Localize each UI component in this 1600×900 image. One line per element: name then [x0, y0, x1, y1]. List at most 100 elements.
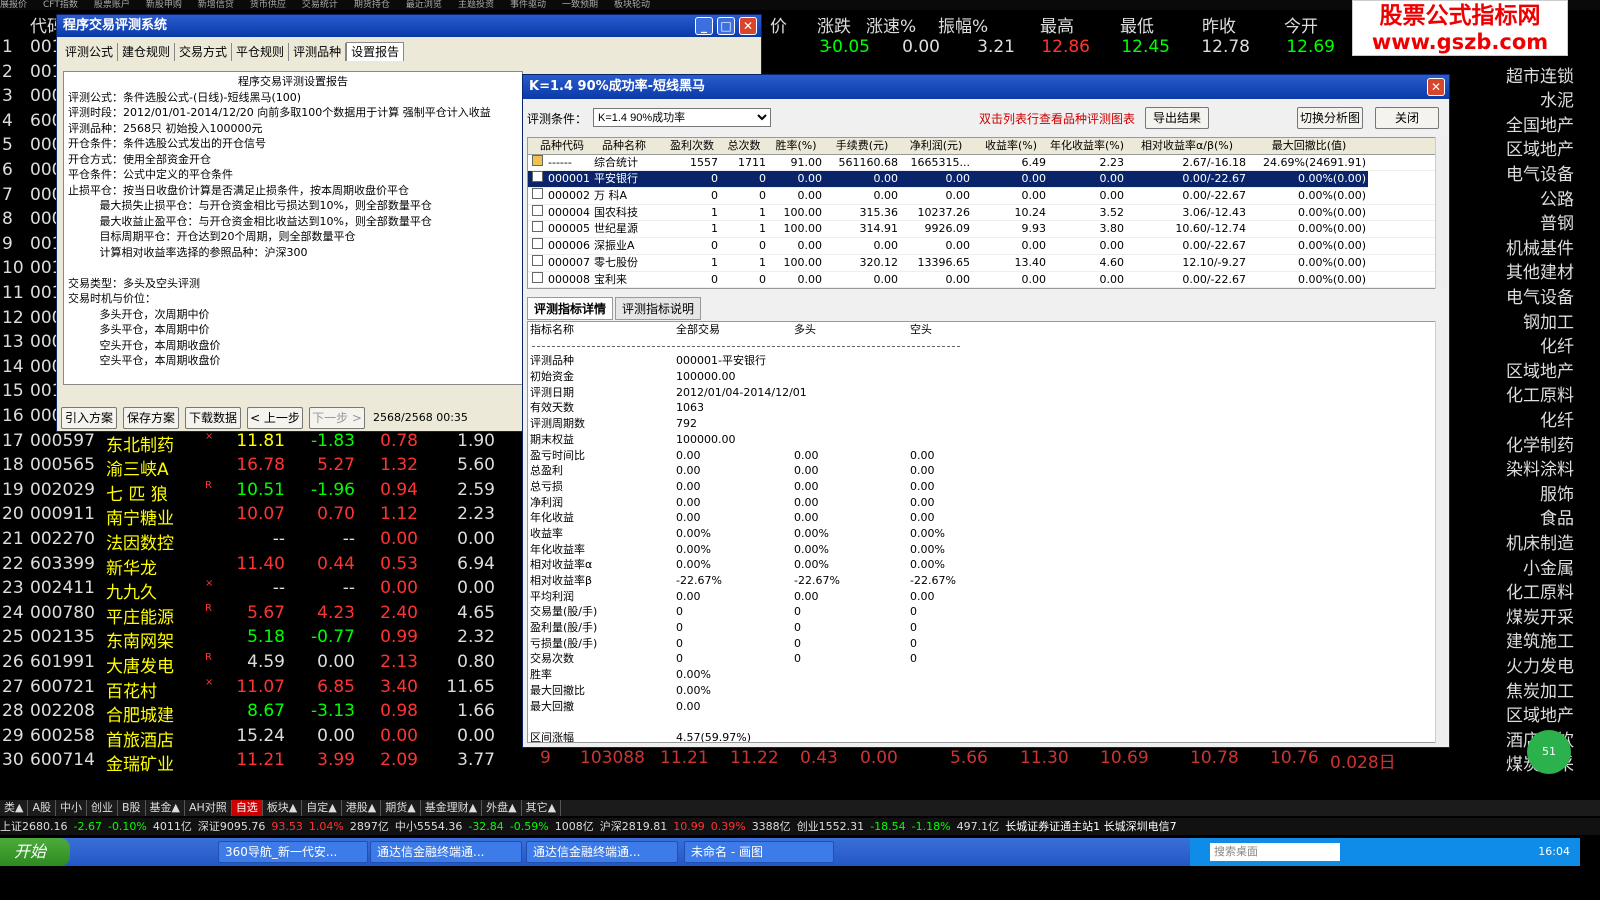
- switch-chart-button[interactable]: 切换分析图: [1297, 107, 1363, 129]
- result-title-bar[interactable]: K=1.4 90%成功率-短线黑马 ✕: [523, 75, 1449, 99]
- grid-col-header[interactable]: 净利润(元): [902, 138, 970, 154]
- top-menu-item[interactable]: 期货持仓: [354, 0, 390, 10]
- status-item: -18.54: [870, 820, 906, 833]
- market-tab[interactable]: B股: [118, 800, 146, 816]
- col-low[interactable]: 最低: [1120, 12, 1154, 37]
- grid-col-header[interactable]: 手续费(元): [826, 138, 898, 154]
- col-speed[interactable]: 涨速%: [866, 12, 916, 37]
- detail-cell: 0.00: [676, 699, 701, 713]
- floating-badge[interactable]: 51: [1527, 730, 1571, 774]
- market-tab[interactable]: 中小: [56, 800, 87, 816]
- stock-amplitude: 4.65: [457, 602, 495, 623]
- tab-2[interactable]: 建仓规则: [118, 43, 176, 61]
- grid-col-header[interactable]: 品种代码: [532, 138, 592, 154]
- import-scheme-button[interactable]: 引入方案: [61, 407, 117, 429]
- market-tab[interactable]: 基金▲: [146, 800, 186, 816]
- close-icon[interactable]: ✕: [739, 17, 757, 35]
- market-tab[interactable]: 外盘▲: [482, 800, 522, 816]
- condition-select[interactable]: K=1.4 90%成功率: [593, 108, 771, 127]
- market-tab[interactable]: 自选: [231, 800, 263, 816]
- detail-row: 年化收益 0.00 0.00 0.00: [528, 510, 1436, 526]
- top-menu-item[interactable]: 事件驱动: [510, 0, 546, 10]
- tab-4[interactable]: 平仓规则: [232, 43, 290, 61]
- grid-row[interactable]: 000002 万 科A 0 0 0.00 0.00 0.00 0.00 0.00 0.00/-22…: [528, 188, 1436, 205]
- save-scheme-button[interactable]: 保存方案: [123, 407, 179, 429]
- grid-row[interactable]: ------ 综合统计 1557 1711 91.00 561160.68 1665315.…: [528, 154, 1436, 172]
- ghost-cell: 10.69: [1100, 748, 1149, 768]
- grid-row[interactable]: 000001 平安银行 0 0 0.00 0.00 0.00 0.00 0.00 0.00/-22…: [528, 171, 1368, 189]
- grid-row[interactable]: 000005 世纪星源 1 1 100.00 314.91 9926.09 9.93 3.80 1…: [528, 221, 1436, 239]
- close-icon[interactable]: ✕: [1427, 78, 1445, 96]
- grid-col-header[interactable]: 总次数: [722, 138, 766, 154]
- market-tab[interactable]: 基金理财▲: [421, 800, 483, 816]
- top-menu-item[interactable]: 一致预期: [562, 0, 598, 10]
- grid-row[interactable]: 000007 零七股份 1 1 100.00 320.12 13396.65 13.40 4.6…: [528, 254, 1436, 272]
- detail-scrollbar[interactable]: [1435, 321, 1447, 743]
- detail-cell: 0.00%: [910, 558, 945, 572]
- top-menu-item[interactable]: 板块轮动: [614, 0, 650, 10]
- download-data-button[interactable]: 下载数据: [185, 407, 241, 429]
- top-menu-item[interactable]: CFT指数: [43, 0, 78, 10]
- detail-cell: 评测周期数: [530, 417, 585, 431]
- maximize-icon[interactable]: □: [717, 17, 735, 35]
- market-tab[interactable]: 板块▲: [263, 800, 303, 816]
- grid-col-header[interactable]: 年化收益率(%): [1050, 138, 1124, 154]
- row-icon: [532, 221, 543, 233]
- market-tab[interactable]: AH对照: [185, 800, 232, 816]
- grid-col-header[interactable]: 胜率(%): [770, 138, 822, 154]
- top-menu-item[interactable]: 股票账户: [94, 0, 130, 10]
- task-tdx-1[interactable]: 通达信金融终端通...: [370, 841, 522, 863]
- market-tab[interactable]: 创业: [87, 800, 118, 816]
- task-tdx-2[interactable]: 通达信金融终端通...: [526, 841, 678, 863]
- ghost-cell: 10.78: [1190, 748, 1239, 768]
- desktop-search-input[interactable]: 搜索桌面: [1210, 843, 1340, 861]
- detail-tab-2[interactable]: 评测指标说明: [615, 297, 702, 320]
- minimize-icon[interactable]: _: [695, 17, 713, 35]
- detail-cell: 0.00: [794, 589, 819, 603]
- stock-speed: 0.98: [380, 701, 418, 722]
- market-tab[interactable]: 其它▲: [522, 800, 562, 816]
- export-result-button[interactable]: 导出结果: [1145, 107, 1209, 129]
- grid-row[interactable]: 000004 国农科技 1 1 100.00 315.36 10237.26 10.24 3.5…: [528, 204, 1436, 222]
- col-amplitude[interactable]: 振幅%: [938, 12, 988, 37]
- desktop-screen: 展报价 CFT指数 股票账户 新股申购 新增信贷 货币供应 交易统计 期货持仓 最近浏览 主题投资…: [0, 0, 1600, 900]
- grid-col-header[interactable]: 相对收益率α/β(%): [1128, 138, 1246, 154]
- tab-5[interactable]: 评测品种: [289, 43, 347, 61]
- market-tab[interactable]: 类▲: [0, 800, 29, 816]
- col-high[interactable]: 最高: [1040, 12, 1074, 37]
- task-paint[interactable]: 未命名 - 画图: [684, 841, 834, 863]
- grid-col-header[interactable]: 收益率(%): [976, 138, 1046, 154]
- tab-6[interactable]: 设置报告: [346, 42, 405, 61]
- market-tab[interactable]: A股: [28, 800, 56, 816]
- grid-row[interactable]: 000008 宝利来 0 0 0.00 0.00 0.00 0.00 0.00 0.00/-22.…: [528, 271, 1436, 288]
- start-button[interactable]: 开始: [0, 838, 70, 866]
- top-menu-item[interactable]: 货币供应: [250, 0, 286, 10]
- previous-step-button[interactable]: < 上一步: [247, 407, 303, 429]
- tab-3[interactable]: 交易方式: [175, 43, 233, 61]
- market-tab[interactable]: 期货▲: [381, 800, 421, 816]
- col-open[interactable]: 今开: [1284, 12, 1318, 37]
- top-menu-item[interactable]: 新股申购: [146, 0, 182, 10]
- tab-1[interactable]: 评测公式: [61, 43, 119, 61]
- col-price[interactable]: 价: [770, 12, 787, 37]
- top-menu-item[interactable]: 主题投资: [458, 0, 494, 10]
- grid-scrollbar[interactable]: [1435, 137, 1447, 289]
- col-prev-close[interactable]: 昨收: [1202, 12, 1236, 37]
- top-menu-item[interactable]: 展报价: [0, 0, 27, 10]
- col-change[interactable]: 涨跌: [817, 12, 851, 37]
- market-tab[interactable]: 自定▲: [302, 800, 342, 816]
- market-tab[interactable]: 港股▲: [342, 800, 382, 816]
- top-menu-item[interactable]: 最近浏览: [406, 0, 442, 10]
- task-browser[interactable]: 360导航_新一代安...: [218, 841, 368, 863]
- grid-col-header[interactable]: 盈利次数: [666, 138, 718, 154]
- close-button[interactable]: 关闭: [1375, 107, 1439, 129]
- detail-tab-1[interactable]: 评测指标详情: [527, 297, 614, 320]
- grid-col-header[interactable]: 最大回撤比(值): [1252, 138, 1366, 154]
- window-title-bar[interactable]: 程序交易评测系统 _ □ ✕: [57, 15, 761, 37]
- grid-col-header[interactable]: 品种名称: [594, 138, 654, 154]
- next-step-button[interactable]: 下一步 >: [309, 407, 365, 429]
- top-menu-item[interactable]: 新增信贷: [198, 0, 234, 10]
- top-menu-item[interactable]: 交易统计: [302, 0, 338, 10]
- grid-row[interactable]: 000006 深振业A 0 0 0.00 0.00 0.00 0.00 0.00 0.00/-22…: [528, 238, 1436, 255]
- detail-cell: 相对收益率α: [530, 558, 593, 572]
